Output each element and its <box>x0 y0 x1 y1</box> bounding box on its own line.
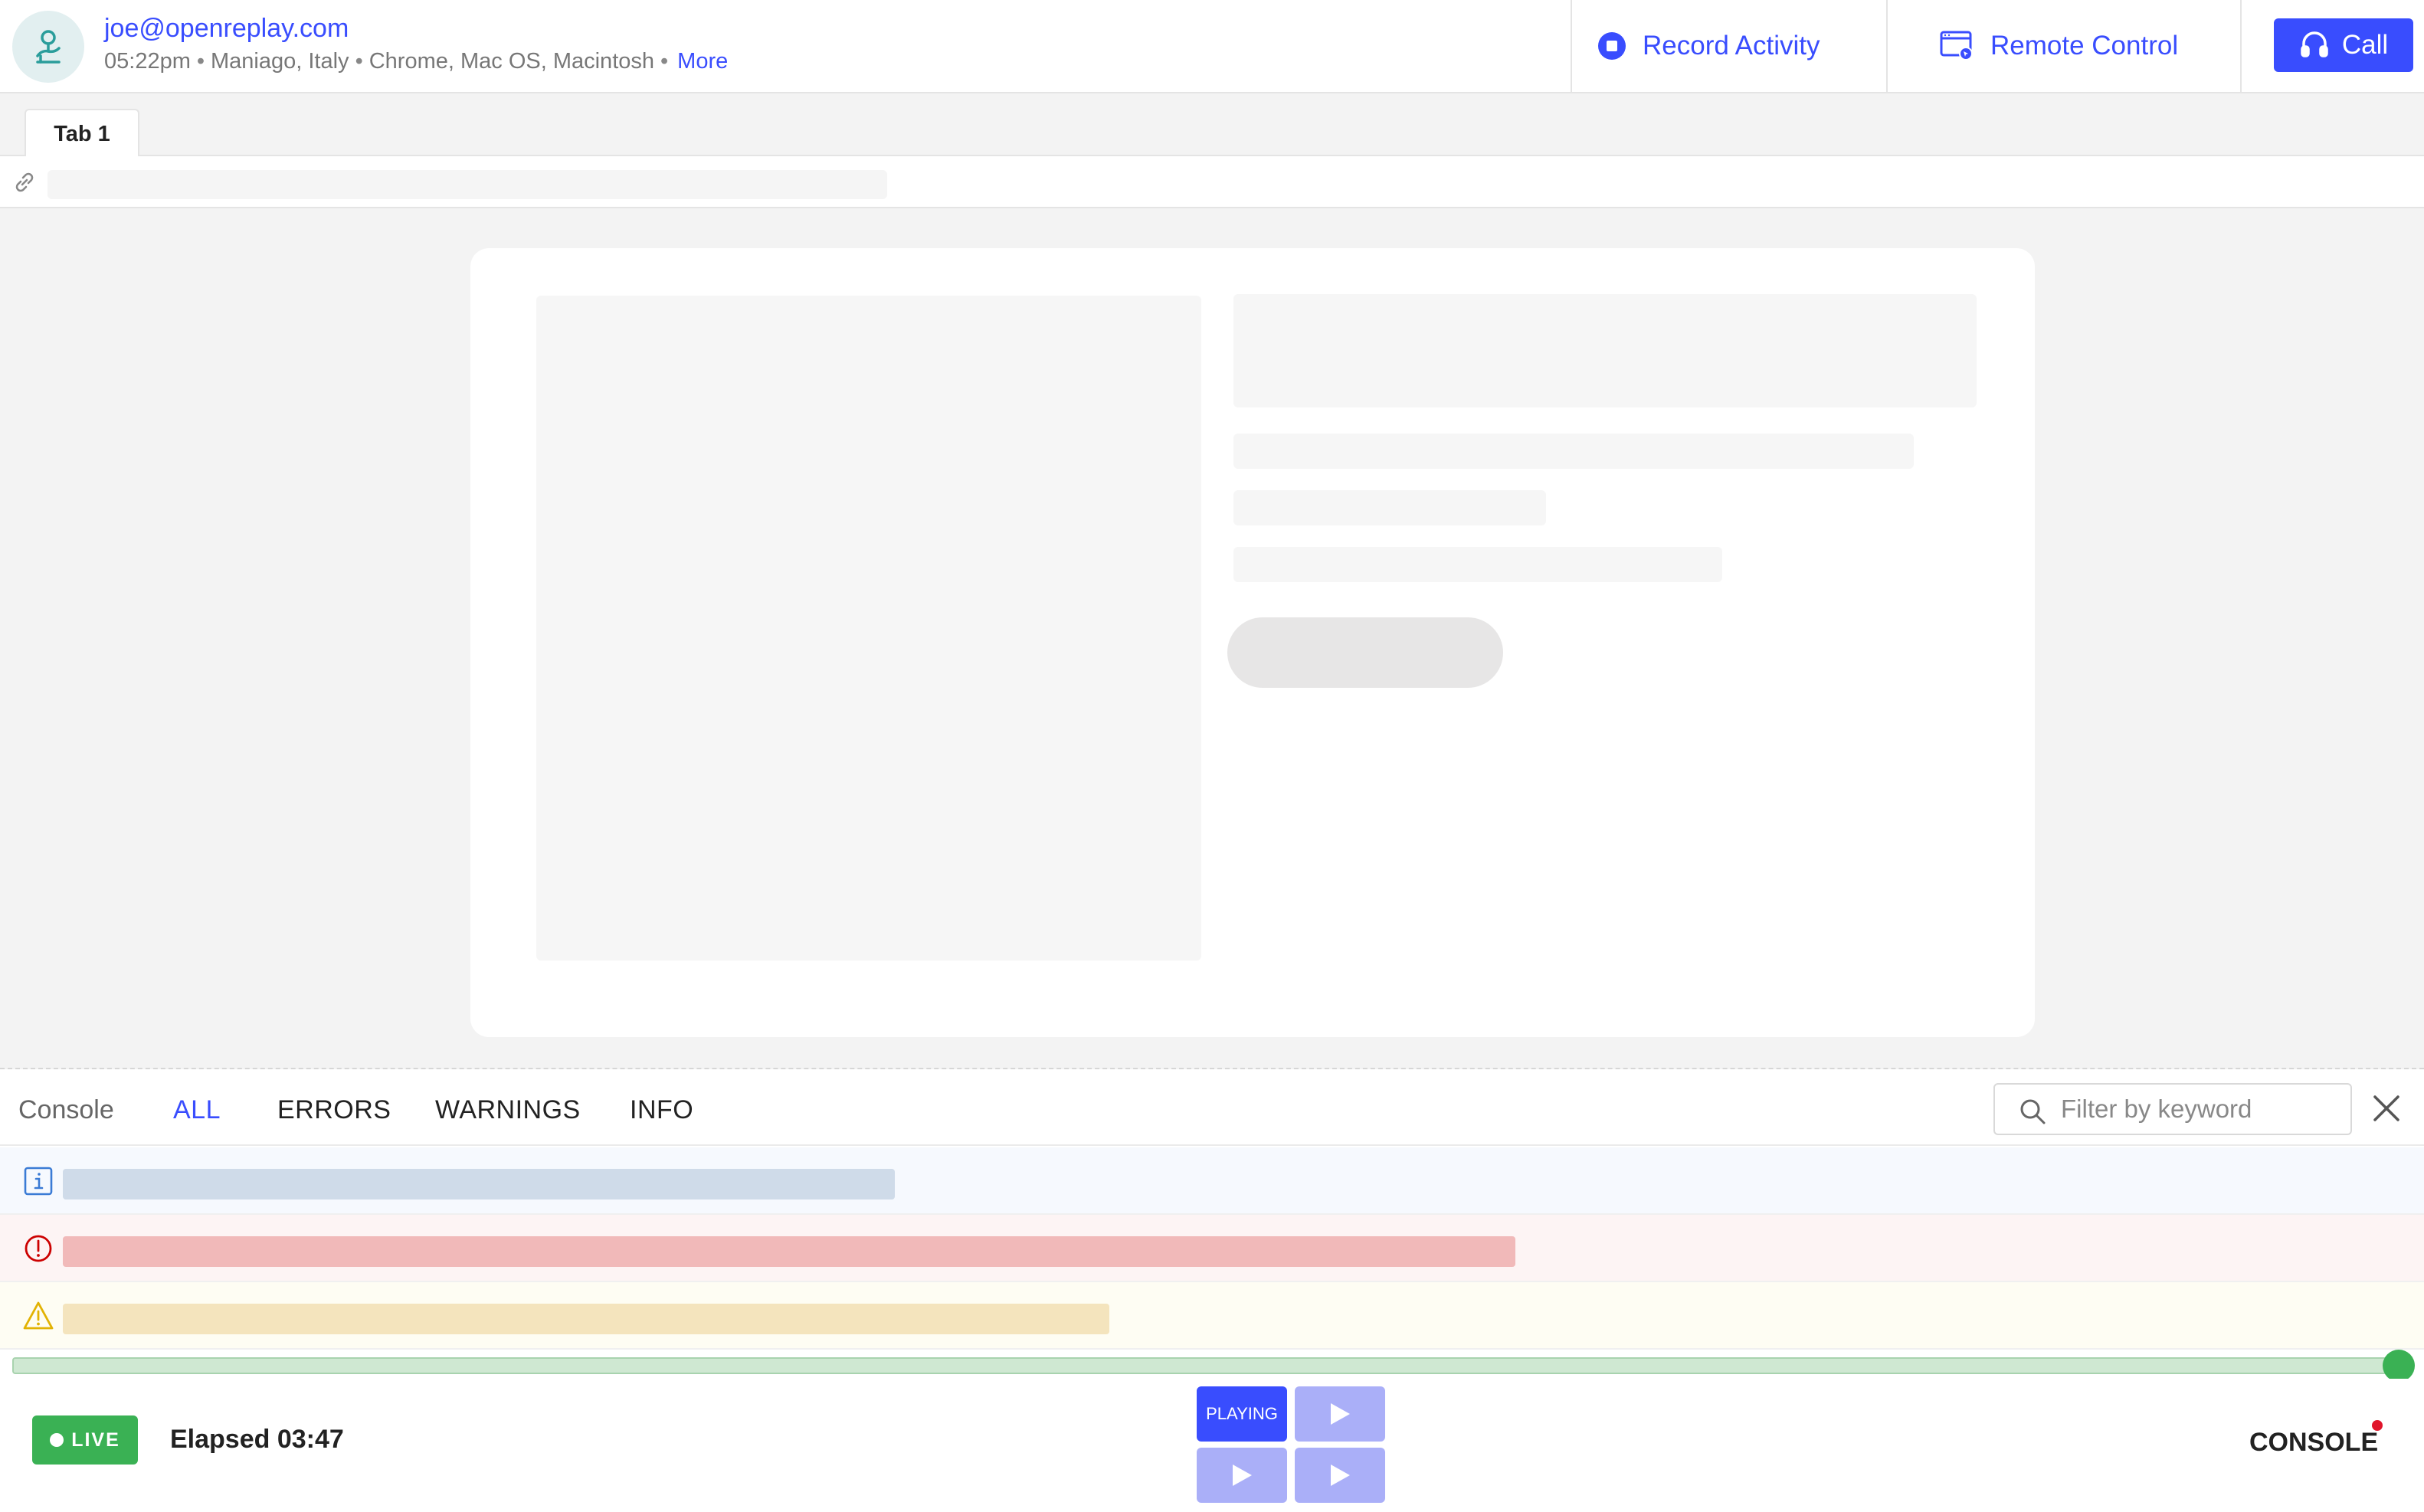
timeline-scrubber[interactable] <box>2383 1350 2415 1382</box>
play-button[interactable] <box>1295 1448 1385 1503</box>
remote-control-icon <box>1940 31 1973 61</box>
player-controls: LIVE Elapsed 03:47 PLAYING CONSOLE <box>0 1379 2424 1512</box>
user-avatar <box>12 11 84 83</box>
text-skeleton <box>1233 490 1546 525</box>
play-icon <box>1331 1465 1350 1486</box>
session-time: 05:22pm <box>104 49 191 74</box>
info-icon <box>24 1167 53 1196</box>
console-row-error[interactable] <box>0 1215 2424 1282</box>
live-label: LIVE <box>71 1429 120 1451</box>
console-panel: Console ALL ERRORS WARNINGS INFO <box>0 1069 2424 1356</box>
meta-separator: • <box>660 49 669 74</box>
log-message-placeholder <box>63 1304 1109 1334</box>
replay-viewport <box>0 208 2424 1069</box>
url-bar <box>0 156 2424 208</box>
play-button[interactable] <box>1295 1386 1385 1442</box>
search-icon <box>2020 1099 2046 1124</box>
tab-1[interactable]: Tab 1 <box>25 109 139 158</box>
header-divider <box>1886 0 1888 92</box>
meta-separator: • <box>355 49 363 74</box>
user-avatar-icon <box>36 30 61 64</box>
play-icon <box>1233 1465 1252 1486</box>
console-header: Console ALL ERRORS WARNINGS INFO <box>0 1069 2424 1146</box>
link-icon <box>15 172 34 192</box>
console-toggle-button[interactable]: CONSOLE <box>2249 1428 2378 1458</box>
record-icon <box>1598 32 1626 60</box>
title-skeleton <box>1233 294 1977 407</box>
close-console-icon[interactable] <box>2367 1089 2406 1127</box>
filter-tab-errors[interactable]: ERRORS <box>277 1095 391 1125</box>
remote-control-button[interactable]: Remote Control <box>1940 0 2178 92</box>
user-email[interactable]: joe@openreplay.com <box>104 14 349 44</box>
console-notification-dot <box>2372 1420 2383 1431</box>
button-skeleton <box>1227 617 1503 688</box>
console-row-warning[interactable] <box>0 1282 2424 1350</box>
play-button[interactable] <box>1197 1448 1287 1503</box>
session-meta: 05:22pm • Maniago, Italy • Chrome, Mac OS, M… <box>104 49 728 74</box>
more-link[interactable]: More <box>677 49 728 74</box>
headset-icon <box>2301 31 2328 57</box>
url-placeholder <box>47 170 887 199</box>
console-title: Console <box>18 1095 114 1124</box>
remote-control-label: Remote Control <box>1990 31 2179 61</box>
image-skeleton <box>536 296 1201 961</box>
log-message-placeholder <box>63 1169 895 1199</box>
session-location: Maniago, Italy <box>211 49 349 74</box>
record-activity-label: Record Activity <box>1643 31 1820 61</box>
text-skeleton <box>1233 434 1914 469</box>
filter-tab-info[interactable]: INFO <box>630 1095 693 1125</box>
log-message-placeholder <box>63 1236 1515 1267</box>
text-skeleton <box>1233 547 1722 582</box>
filter-input[interactable] <box>2061 1092 2344 1126</box>
console-filter[interactable] <box>1993 1083 2352 1135</box>
header-divider <box>2240 0 2242 92</box>
header-divider <box>1571 0 1572 92</box>
playing-label: PLAYING <box>1206 1404 1278 1423</box>
record-activity-button[interactable]: Record Activity <box>1597 0 1820 92</box>
error-icon <box>25 1235 52 1262</box>
live-badge: LIVE <box>32 1415 138 1465</box>
live-dot-icon <box>50 1433 64 1447</box>
console-row-info[interactable] <box>0 1147 2424 1215</box>
session-header: joe@openreplay.com 05:22pm • Maniago, Ital… <box>0 0 2424 93</box>
tab-bar: Tab 1 <box>0 93 2424 158</box>
meta-separator: • <box>196 49 205 74</box>
call-button[interactable]: Call <box>2274 18 2413 72</box>
play-icon <box>1331 1403 1350 1425</box>
elapsed-time: Elapsed 03:47 <box>170 1425 344 1454</box>
call-label: Call <box>2341 30 2389 60</box>
filter-tab-warnings[interactable]: WARNINGS <box>435 1095 581 1125</box>
session-environment: Chrome, Mac OS, Macintosh <box>369 49 655 74</box>
loading-card <box>470 248 2035 1037</box>
filter-tab-all[interactable]: ALL <box>173 1095 221 1125</box>
warning-icon <box>23 1301 54 1330</box>
timeline-track[interactable] <box>12 1357 2399 1374</box>
playing-button[interactable]: PLAYING <box>1197 1386 1287 1442</box>
